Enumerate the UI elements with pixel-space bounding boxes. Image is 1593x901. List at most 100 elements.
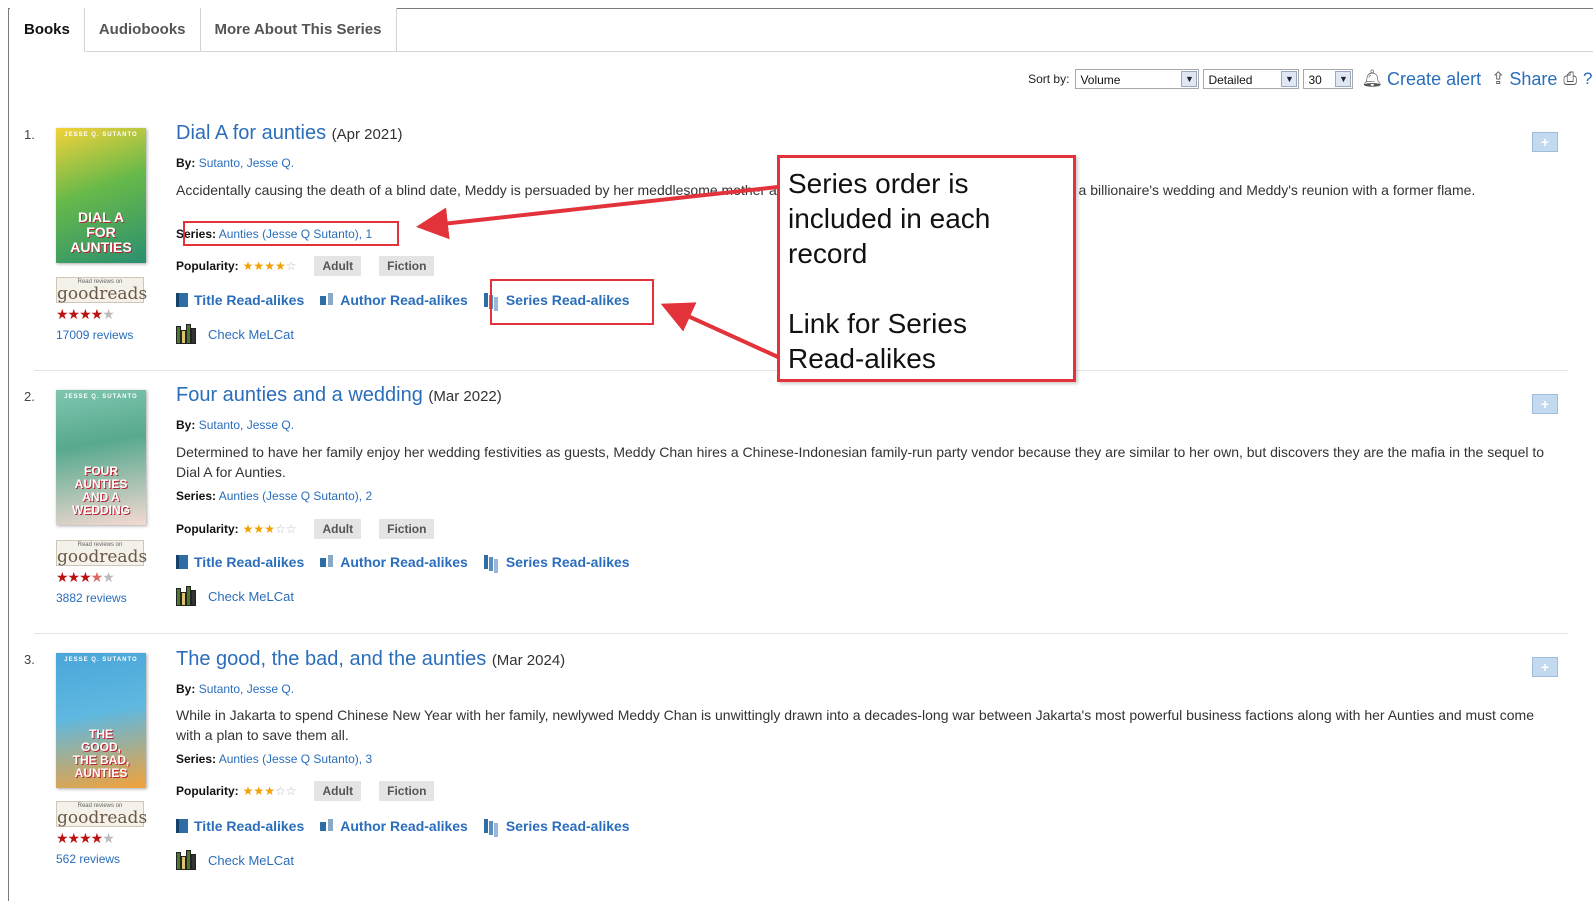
popularity-stars: ★★★★☆ [242,259,297,273]
book-cover[interactable]: JESSE Q. SUTANTO THE GOOD, THE BAD, AUNT… [56,653,146,788]
add-to-folder-icon[interactable]: + [1532,132,1558,152]
goodreads-reviews-link[interactable]: 3882 reviews [56,591,127,605]
series-readalikes-label: Series Read-alikes [505,554,630,570]
audience-badge: Adult [314,781,362,801]
readalikes-row: Title Read-alikes Author Read-alikes Ser… [176,818,646,834]
chevron-down-icon: ▼ [1181,71,1198,87]
create-alert-label: Create alert [1387,68,1482,89]
tab-more-about-series[interactable]: More About This Series [200,8,397,52]
series-readalikes-highlight-box [490,279,654,325]
per-page-select[interactable]: 30 ▼ [1303,69,1354,89]
chevron-down-icon: ▼ [1281,71,1298,87]
record-popularity: Popularity: ★★★★☆ Adult Fiction [176,256,435,276]
melcat-link[interactable]: Check MeLCat [176,850,294,870]
title-readalikes-link[interactable]: Title Read-alikes [176,292,304,308]
annotation-callout: Series order is included in each record … [777,155,1076,382]
record-byline: By: Sutanto, Jesse Q. [176,156,294,170]
series-icon [483,555,500,569]
author-readalikes-link[interactable]: Author Read-alikes [320,292,468,308]
library-shelf-icon [176,850,198,870]
goodreads-logo: goodreads [57,808,148,828]
help-button[interactable]: ? [1583,69,1593,89]
series-icon [483,819,500,833]
goodreads-reviews-link[interactable]: 562 reviews [56,852,120,866]
record-description: While in Jakarta to spend Chinese New Ye… [176,707,1534,743]
book-icon [176,819,188,833]
audience-badge: Adult [314,256,362,276]
author-link[interactable]: Sutanto, Jesse Q. [199,156,294,170]
library-shelf-icon [176,586,198,606]
title-readalikes-label: Title Read-alikes [194,554,305,570]
melcat-label: Check MeLCat [208,588,294,604]
record-title-link[interactable]: The good, the bad, and the aunties [176,648,486,670]
record-series: Series: Aunties (Jesse Q Sutanto), 3 [176,752,372,766]
genre-badge: Fiction [379,781,435,801]
book-icon [176,293,188,307]
record-number: 1. [24,127,35,142]
share-link[interactable]: ⇪ Share [1491,69,1557,90]
library-shelf-icon [176,324,198,344]
book-cover[interactable]: JESSE Q. SUTANTO DIAL A FOR AUNTIES [56,128,146,263]
record-title-link[interactable]: Four aunties and a wedding [176,384,423,406]
bell-icon: 🔔︎ [1361,69,1384,88]
cover-author: JESSE Q. SUTANTO [64,657,138,663]
callout-line: Read-alikes [788,343,936,374]
melcat-label: Check MeLCat [208,326,294,342]
print-button[interactable]: ⎙ [1563,69,1581,89]
series-highlight-box [183,221,399,246]
author-link[interactable]: Sutanto, Jesse Q. [199,418,294,432]
author-icon [320,293,334,307]
sort-select[interactable]: Volume ▼ [1075,69,1200,89]
view-select[interactable]: Detailed ▼ [1203,69,1300,89]
author-link[interactable]: Sutanto, Jesse Q. [199,682,294,696]
tab-books[interactable]: Books [10,8,85,52]
printer-icon: ⎙ [1563,69,1577,88]
author-readalikes-label: Author Read-alikes [340,292,468,308]
goodreads-logo: goodreads [57,284,148,304]
record-separator [34,633,1568,634]
audience-badge: Adult [314,519,362,539]
callout-line: included in each [788,203,991,234]
book-icon [176,555,188,569]
goodreads-badge[interactable]: Read reviews on goodreads [56,540,147,566]
per-page-select-value: 30 [1308,73,1322,87]
share-label: Share [1509,68,1558,89]
record-popularity: Popularity: ★★★☆☆ Adult Fiction [176,781,435,801]
melcat-link[interactable]: Check MeLCat [176,586,294,606]
add-to-folder-icon[interactable]: + [1532,657,1558,677]
cover-title: FOUR AUNTIES AND A WEDDING [72,464,130,517]
series-readalikes-link[interactable]: Series Read-alikes [483,818,630,834]
series-readalikes-link[interactable]: Series Read-alikes [483,554,630,570]
goodreads-badge[interactable]: Read reviews on goodreads [56,801,148,828]
record-date: (Mar 2022) [428,388,502,405]
goodreads-badge[interactable]: Read reviews on goodreads [56,277,148,304]
series-link[interactable]: Aunties (Jesse Q Sutanto), 3 [219,752,372,766]
goodreads-reviews-link[interactable]: 17009 reviews [56,328,133,342]
help-icon: ? [1583,69,1593,88]
record-byline: By: Sutanto, Jesse Q. [176,682,294,696]
author-icon [320,555,334,569]
tab-audiobooks[interactable]: Audiobooks [84,8,201,52]
melcat-link[interactable]: Check MeLCat [176,324,294,344]
share-icon: ⇪ [1491,69,1506,88]
title-readalikes-label: Title Read-alikes [194,292,305,308]
record-title-link[interactable]: Dial A for aunties [176,122,326,144]
series-label: Series: [176,752,217,766]
callout-spacer [788,271,1065,306]
series-link[interactable]: Aunties (Jesse Q Sutanto), 2 [219,489,372,503]
author-readalikes-link[interactable]: Author Read-alikes [320,818,468,834]
title-readalikes-link[interactable]: Title Read-alikes [176,818,304,834]
goodreads-rating: ★★★★★ [56,306,115,322]
title-readalikes-link[interactable]: Title Read-alikes [176,554,304,570]
cover-title: THE GOOD, THE BAD, AUNTIES [72,727,130,780]
author-readalikes-link[interactable]: Author Read-alikes [320,554,468,570]
add-to-folder-icon[interactable]: + [1532,394,1558,414]
format-tabs: Books Audiobooks More About This Series [10,8,397,52]
record-title-line: Four aunties and a wedding (Mar 2022) [176,384,502,407]
record-title-line: The good, the bad, and the aunties (Mar … [176,648,565,671]
popularity-label: Popularity: [176,259,239,273]
popularity-stars: ★★★☆☆ [242,784,297,798]
record-number: 2. [24,389,35,404]
book-cover[interactable]: JESSE Q. SUTANTO FOUR AUNTIES AND A WEDD… [56,390,146,525]
create-alert-link[interactable]: 🔔︎ Create alert [1361,69,1481,90]
